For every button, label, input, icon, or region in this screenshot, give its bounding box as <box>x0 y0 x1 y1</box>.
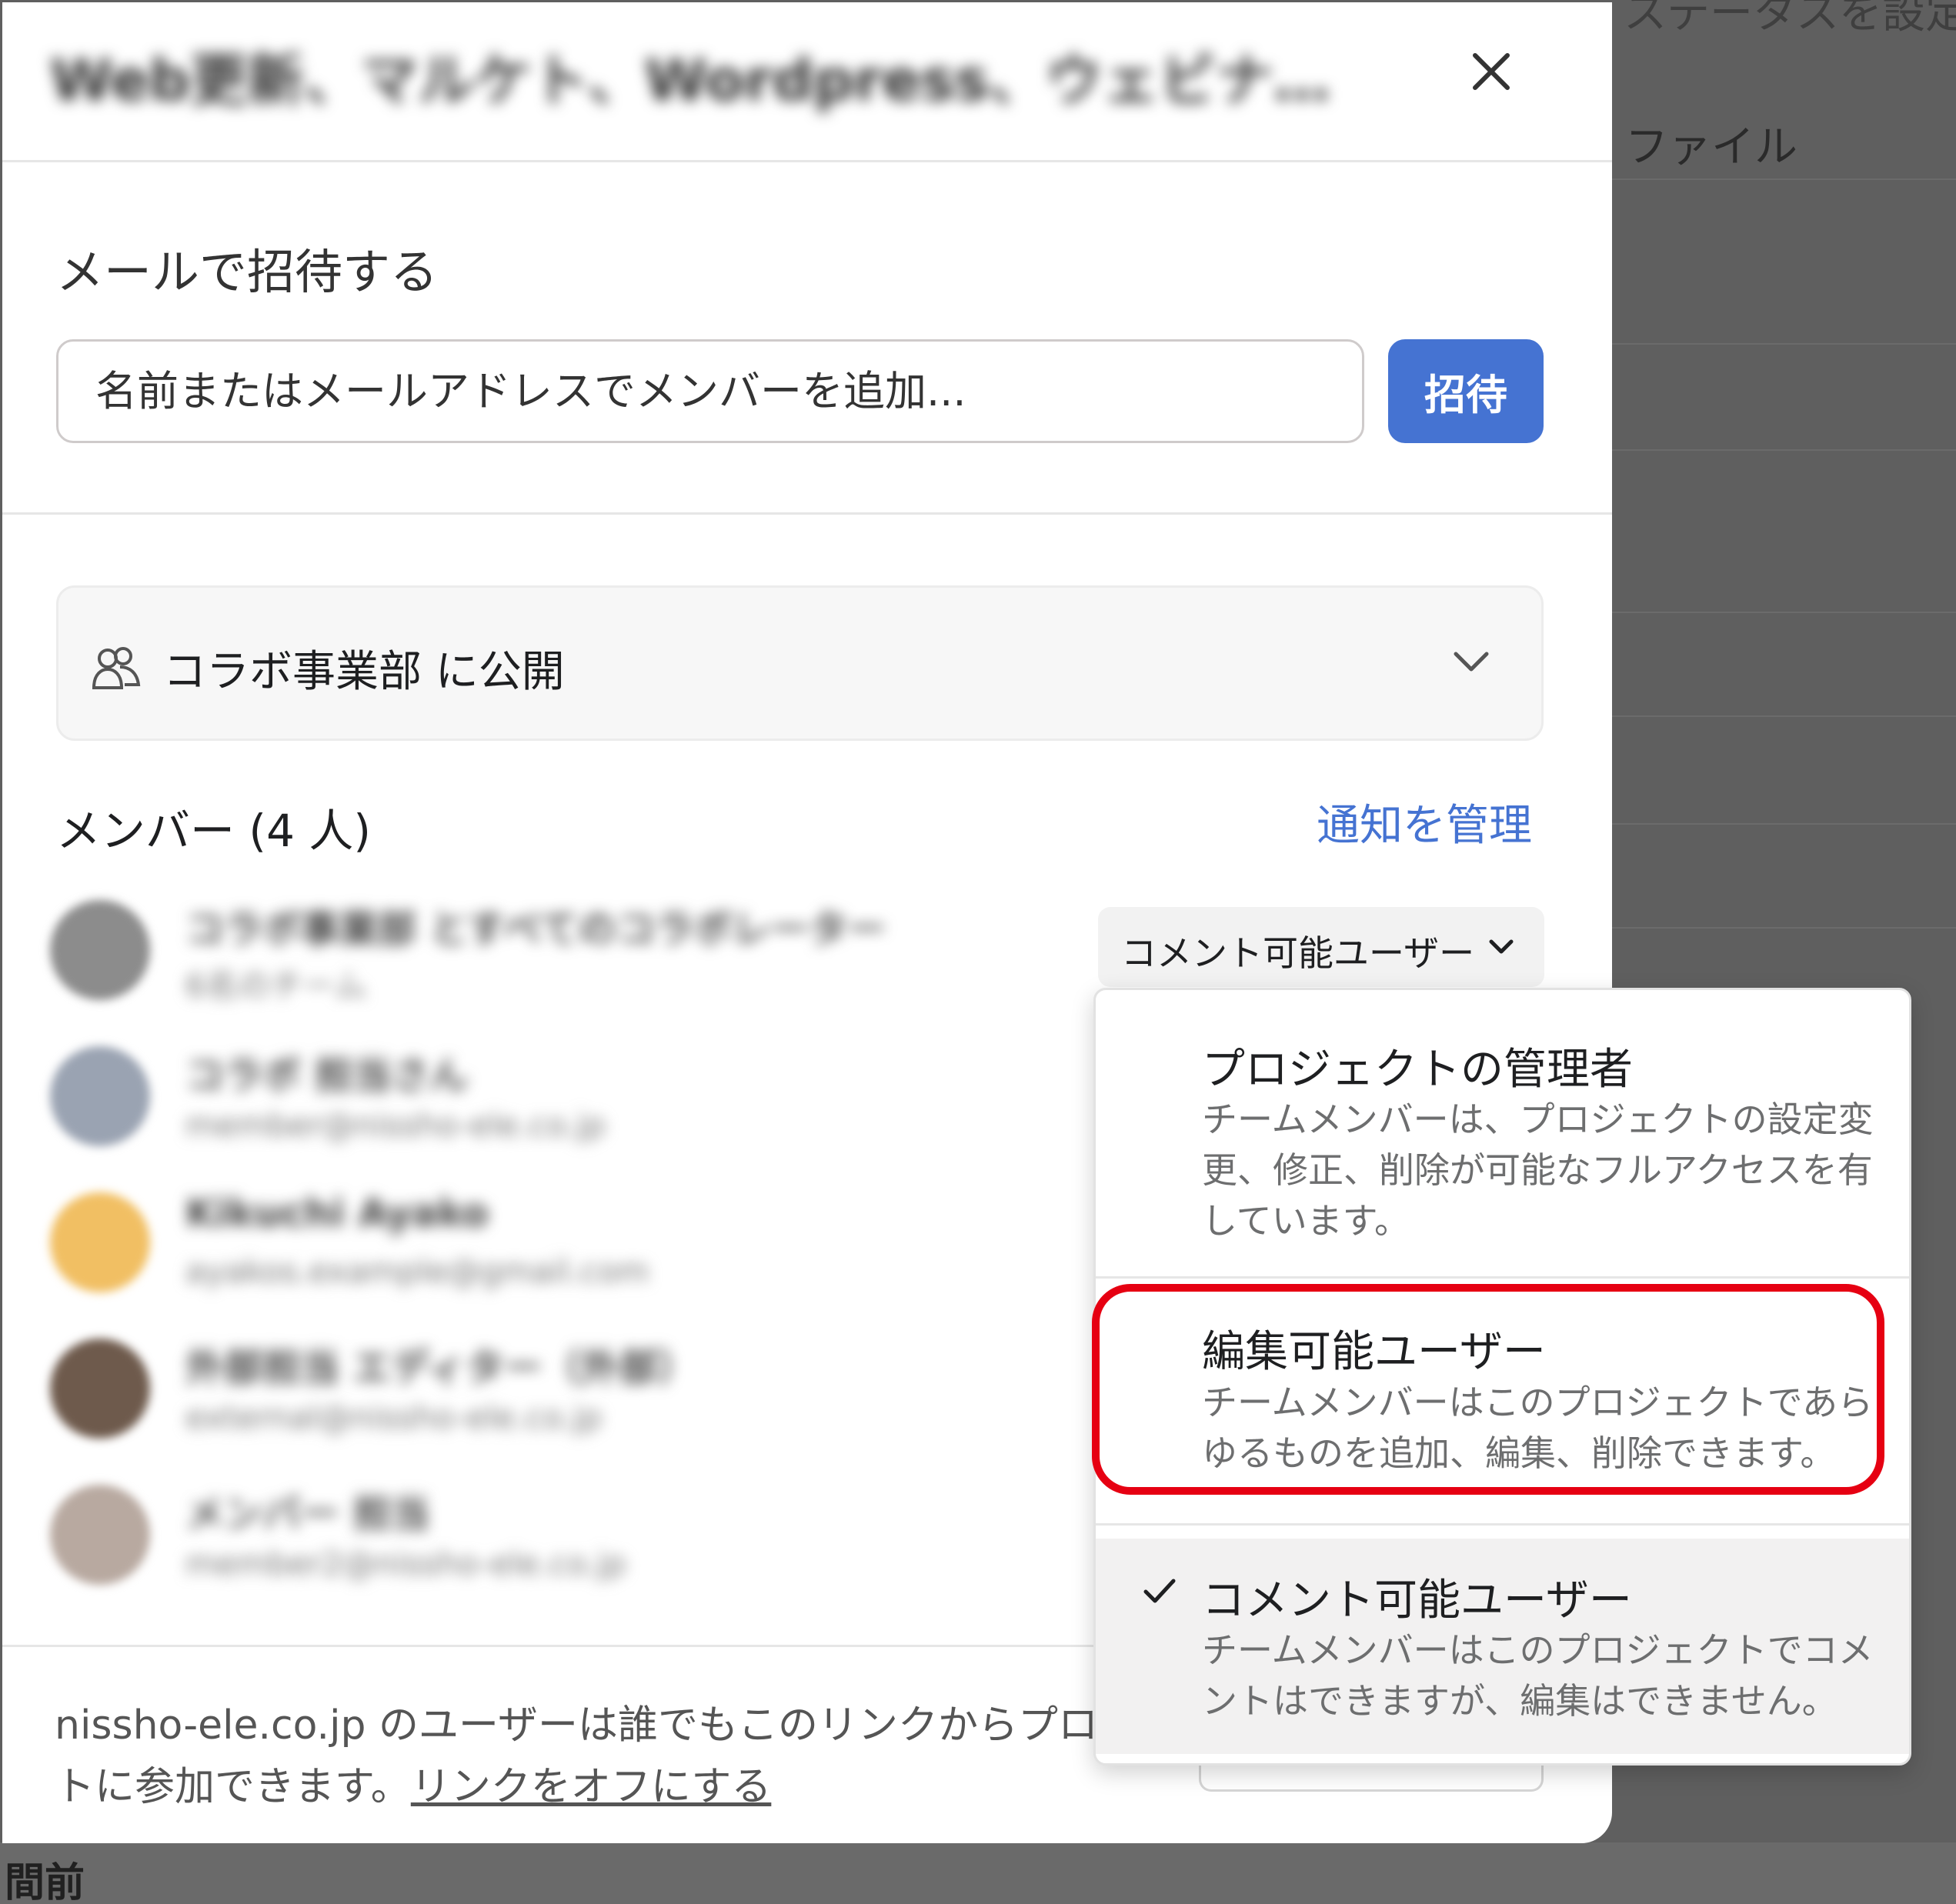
avatar <box>50 1192 150 1292</box>
member-row: コラボ事業部 とすべてのコラボレーター 6名のチーム <box>50 891 1073 1006</box>
member-name: Kikuchi Ayako <box>185 1191 489 1235</box>
member-name: メンバー 担当 <box>185 1492 430 1536</box>
dialog-title: Web更新、マルケト、Wordpress、ウェビナー管理 <box>50 48 1381 114</box>
background-divider <box>1612 612 1956 613</box>
check-icon <box>1143 1579 1176 1603</box>
turn-off-link[interactable]: リンクをオフにする <box>411 1764 772 1810</box>
visibility-selector[interactable]: コラボ事業部 に公開 <box>56 585 1544 741</box>
member-subtitle: member@nissho-ele.co.jp <box>185 1106 606 1144</box>
manage-notifications-link[interactable]: 通知を管理 <box>1317 791 1532 853</box>
role-option-title: 編集可能ユーザー <box>1202 1327 1546 1377</box>
background-divider <box>1612 715 1956 717</box>
member-name: 外部担当 エディター（外部） <box>185 1345 696 1390</box>
role-option-description: チームメンバーはこのプロジェクトでコメントはできますが、編集はできません。 <box>1202 1629 1874 1722</box>
background-bottom-bar <box>0 1842 1956 1904</box>
background-divider <box>1612 823 1956 825</box>
avatar <box>50 1485 150 1585</box>
role-option-commenter[interactable]: コメント可能ユーザー チームメンバーはこのプロジェクトでコメントはできますが、編… <box>1096 1539 1909 1754</box>
invite-by-email-label: メールで招待する <box>56 244 439 300</box>
role-dropdown-trigger[interactable]: コメント可能ユーザー <box>1098 907 1544 987</box>
role-option-editor[interactable]: 編集可能ユーザー チームメンバーはこのプロジェクトであらゆるものを追加、編集、削… <box>1096 1279 1909 1514</box>
member-row: 外部担当 エディター（外部） external@nissho-ele.co.jp <box>50 1329 1073 1445</box>
background-divider <box>1612 927 1956 929</box>
background-divider <box>1612 449 1956 451</box>
member-name: コラボ 担当さん <box>185 1053 469 1098</box>
background-divider <box>1612 178 1956 180</box>
background-timestamp: 間前 <box>5 1860 85 1904</box>
role-option-title: プロジェクトの管理者 <box>1202 1045 1633 1095</box>
member-row: Kikuchi Ayako ayakos.example@gmail.com <box>50 1183 1073 1299</box>
background-status-text: ステータスを設定 <box>1624 0 1956 38</box>
chevron-down-icon <box>1454 652 1489 672</box>
members-heading: メンバー (4 人) <box>56 805 372 857</box>
member-row: メンバー 担当 member2@nissho-ele.co.jp <box>50 1476 1073 1591</box>
member-subtitle: 6名のチーム <box>185 967 367 1005</box>
section-divider <box>2 512 1612 515</box>
role-option-description: チームメンバーは、プロジェクトの設定変更、修正、削除が可能なフルアクセスを有して… <box>1202 1099 1874 1242</box>
team-icon <box>92 647 141 689</box>
avatar <box>50 1046 150 1146</box>
invite-email-input[interactable] <box>56 339 1364 443</box>
member-subtitle: ayakos.example@gmail.com <box>185 1252 649 1290</box>
background-files-tab: ファイル <box>1625 122 1797 172</box>
role-option-title: コメント可能ユーザー <box>1202 1576 1632 1626</box>
dialog-header: Web更新、マルケト、Wordpress、ウェビナー管理 <box>2 2 1612 162</box>
chevron-down-icon <box>1489 939 1514 954</box>
invite-button[interactable]: 招待 <box>1388 339 1544 443</box>
background-divider <box>1612 343 1956 345</box>
role-option-admin[interactable]: プロジェクトの管理者 チームメンバーは、プロジェクトの設定変更、修正、削除が可能… <box>1096 990 1909 1275</box>
avatar <box>50 900 150 1000</box>
member-row: コラボ 担当さん member@nissho-ele.co.jp <box>50 1037 1073 1152</box>
avatar <box>50 1339 150 1439</box>
close-button[interactable] <box>1464 45 1518 98</box>
member-name: コラボ事業部 とすべてのコラボレーター <box>185 907 886 952</box>
role-menu: プロジェクトの管理者 チームメンバーは、プロジェクトの設定変更、修正、削除が可能… <box>1093 988 1911 1766</box>
footer-share-info: nissho-ele.co.jp のユーザーは誰でもこのリンクからプロジェクトに… <box>55 1695 1255 1818</box>
visibility-label: コラボ事業部 に公開 <box>163 647 565 697</box>
close-icon <box>1473 53 1510 90</box>
member-subtitle: external@nissho-ele.co.jp <box>185 1399 602 1436</box>
member-subtitle: member2@nissho-ele.co.jp <box>185 1545 626 1582</box>
menu-divider <box>1096 1523 1909 1526</box>
role-dropdown-label: コメント可能ユーザー <box>1121 932 1475 974</box>
role-option-description: チームメンバーはこのプロジェクトであらゆるものを追加、編集、削除できます。 <box>1202 1382 1874 1474</box>
